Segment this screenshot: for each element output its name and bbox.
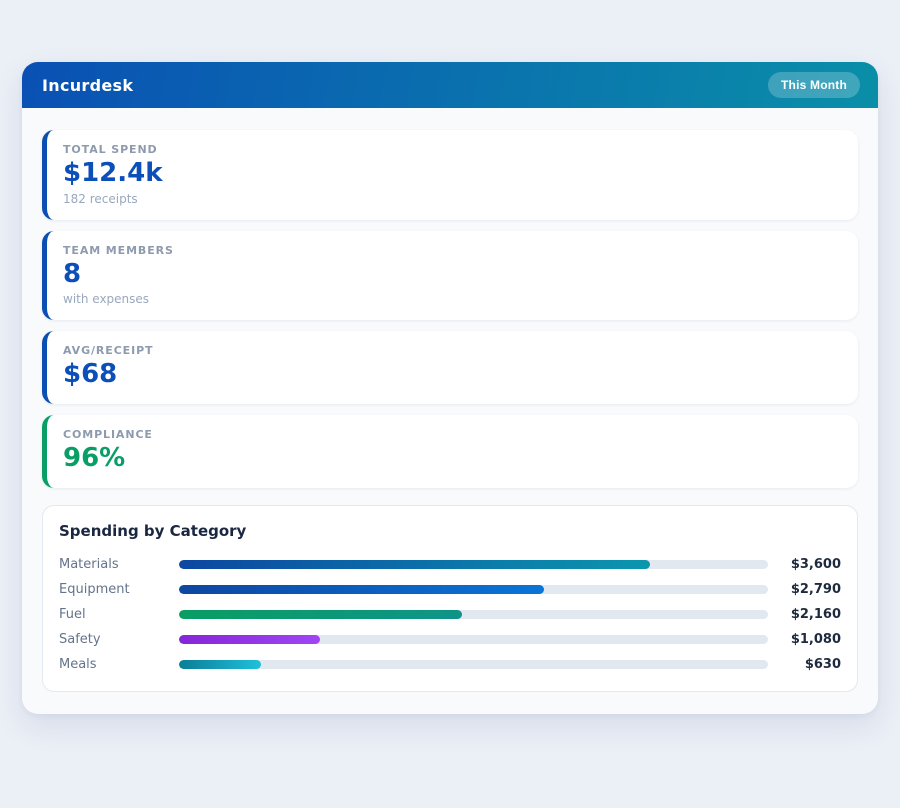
stat-card-avg-receipt: AVG/RECEIPT $68 — [42, 331, 858, 404]
bar-fill — [179, 584, 545, 594]
stat-card-total-spend: TOTAL SPEND $12.4k 182 receipts — [42, 130, 858, 220]
bar-fill — [179, 659, 262, 669]
spending-by-category-chart: Spending by Category Materials $3,600 Eq… — [42, 504, 858, 692]
bar-value: $2,790 — [790, 581, 841, 597]
stat-label: COMPLIANCE — [63, 427, 153, 441]
bar-row-meals: Meals $630 — [59, 652, 841, 677]
stat-subtext: with expenses — [63, 292, 150, 307]
bar-fill — [179, 559, 651, 569]
bar-track — [179, 609, 768, 619]
bar-label: Equipment — [59, 581, 130, 597]
bar-row-equipment: Equipment $2,790 — [59, 577, 841, 602]
bar-value: $1,080 — [790, 631, 841, 647]
chart-title: Spending by Category — [59, 521, 247, 540]
bar-track — [179, 584, 768, 594]
period-badge[interactable]: This Month — [768, 72, 860, 98]
bar-track — [179, 659, 768, 669]
stat-label: TOTAL SPEND — [63, 143, 158, 156]
bar-value: $2,160 — [790, 606, 841, 622]
bar-track — [179, 559, 768, 569]
bar-row-fuel: Fuel $2,160 — [59, 602, 841, 627]
bar-track — [179, 634, 768, 644]
bar-label: Safety — [59, 631, 101, 647]
stat-value: 8 — [63, 258, 82, 289]
stat-value: $68 — [63, 359, 118, 390]
stat-subtext: 182 receipts — [63, 191, 138, 206]
app-header: Incurdesk This Month — [22, 62, 878, 108]
stat-value: 96% — [63, 442, 126, 473]
bar-label: Meals — [59, 656, 97, 672]
bar-label: Fuel — [59, 606, 86, 622]
dashboard-content: TOTAL SPEND $12.4k 182 receipts TEAM MEM… — [22, 108, 878, 714]
stat-label: TEAM MEMBERS — [63, 243, 174, 257]
stat-card-compliance: COMPLIANCE 96% — [42, 414, 858, 488]
bar-fill — [179, 609, 462, 619]
bar-fill — [179, 634, 321, 644]
dashboard-panel: Incurdesk This Month TOTAL SPEND $12.4k … — [22, 62, 878, 714]
app-title: Incurdesk — [42, 75, 134, 95]
bar-row-safety: Safety $1,080 — [59, 627, 841, 652]
bar-value: $3,600 — [790, 556, 841, 572]
stat-card-team-members: TEAM MEMBERS 8 with expenses — [42, 230, 858, 321]
bar-row-materials: Materials $3,600 — [59, 552, 841, 577]
bar-value: $630 — [804, 656, 841, 672]
stat-label: AVG/RECEIPT — [63, 344, 154, 358]
bar-label: Materials — [59, 556, 119, 572]
stat-value: $12.4k — [63, 158, 163, 188]
